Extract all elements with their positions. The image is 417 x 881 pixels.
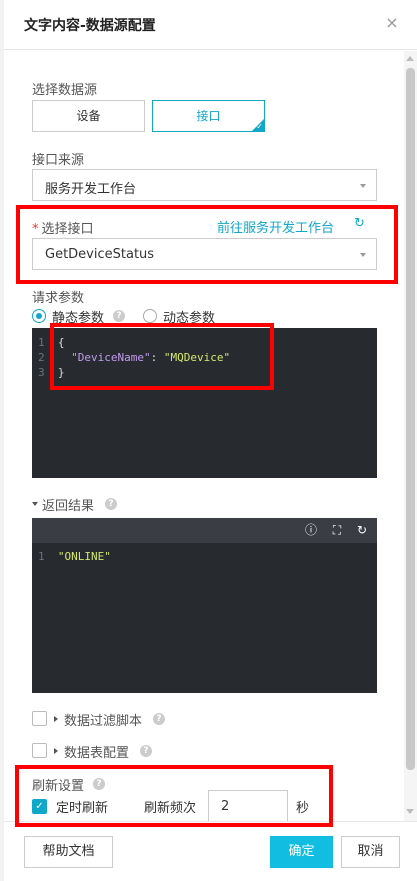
dialog-header: 文字内容-数据源配置 × xyxy=(4,0,417,50)
api-select-label: * 选择接口 xyxy=(32,218,94,237)
confirm-button[interactable]: 确定 xyxy=(270,836,333,868)
result-code-line-1: 1 "ONLINE" xyxy=(38,550,111,563)
code-line-1: 1 { xyxy=(38,336,65,349)
scroll-down-icon[interactable] xyxy=(406,809,414,814)
close-icon[interactable]: × xyxy=(385,15,399,31)
datasource-api-label: 接口 xyxy=(196,109,221,123)
dynamic-params-radio[interactable] xyxy=(143,309,157,323)
dialog-title: 文字内容-数据源配置 xyxy=(24,18,156,34)
chevron-down-icon xyxy=(360,184,366,188)
filter-script-label: 数据过滤脚本 xyxy=(64,714,143,729)
result-label: 返回结果 xyxy=(42,499,95,514)
seconds-unit: 秒 xyxy=(296,801,310,816)
scrollbar-thumb[interactable] xyxy=(406,68,415,770)
datasource-api-button[interactable]: 接口 ✓ xyxy=(152,100,265,132)
api-select[interactable]: GetDeviceStatus xyxy=(32,238,377,270)
api-source-select[interactable]: 服务开发工作台 xyxy=(32,169,377,201)
dialog-body[interactable]: 选择数据源 设备 接口 ✓ 接口来源 服务开发工作台 * 选择接口 前往服务开发工… xyxy=(4,51,404,821)
request-params-label: 请求参数 xyxy=(32,291,85,306)
required-mark: * xyxy=(32,222,39,237)
api-source-value: 服务开发工作台 xyxy=(45,182,137,197)
datasource-device-button[interactable]: 设备 xyxy=(32,100,145,132)
dynamic-params-label: 动态参数 xyxy=(163,311,216,326)
refresh-frequency-label: 刷新频次 xyxy=(144,801,197,816)
api-select-value: GetDeviceStatus xyxy=(45,247,155,262)
chevron-down-icon xyxy=(360,253,366,257)
refresh-frequency-value: 2 xyxy=(221,799,230,814)
static-params-radio[interactable] xyxy=(32,309,46,323)
static-params-label: 静态参数 xyxy=(52,311,105,326)
dialog-footer: 帮助文档 确定 取消 xyxy=(4,821,417,881)
info-icon[interactable]: ⓘ xyxy=(304,523,318,537)
filter-script-checkbox[interactable] xyxy=(32,711,47,726)
api-source-label: 接口来源 xyxy=(32,153,85,168)
help-icon: ? xyxy=(153,713,165,725)
table-config-checkbox[interactable] xyxy=(32,743,47,758)
result-toolbar: ⓘ ⛶ ↻ xyxy=(32,518,377,543)
expand-arrow-icon[interactable] xyxy=(54,748,58,754)
request-params-editor[interactable]: 1 { 2 "DeviceName": "MQDevice" 3 } xyxy=(32,328,377,478)
fullscreen-icon[interactable]: ⛶ xyxy=(330,523,344,537)
help-icon: ? xyxy=(113,310,125,322)
help-icon: ? xyxy=(93,778,105,790)
table-config-label: 数据表配置 xyxy=(64,746,130,761)
refresh-icon[interactable]: ↻ xyxy=(354,216,365,231)
datasource-label: 选择数据源 xyxy=(32,83,98,98)
expand-arrow-icon[interactable] xyxy=(54,716,58,722)
code-line-3: 3 } xyxy=(38,366,65,379)
refresh-settings-label: 刷新设置 xyxy=(32,779,85,794)
help-icon: ? xyxy=(105,498,117,510)
refresh-frequency-input[interactable]: 2 xyxy=(208,790,288,821)
collapse-arrow-icon[interactable] xyxy=(32,502,38,506)
scroll-up-icon[interactable] xyxy=(406,56,414,61)
refresh-icon[interactable]: ↻ xyxy=(355,523,369,537)
api-select-label-text: 选择接口 xyxy=(41,222,94,237)
help-icon: ? xyxy=(140,745,152,757)
help-docs-button[interactable]: 帮助文档 xyxy=(24,836,113,868)
timed-refresh-checkbox[interactable]: ✓ xyxy=(32,799,47,814)
code-line-2: 2 "DeviceName": "MQDevice" xyxy=(38,351,231,364)
result-viewer[interactable]: ⓘ ⛶ ↻ 1 "ONLINE" xyxy=(32,518,377,693)
check-icon: ✓ xyxy=(256,122,263,131)
go-to-workbench-link[interactable]: 前往服务开发工作台 xyxy=(217,217,334,236)
cancel-button[interactable]: 取消 xyxy=(341,836,400,868)
timed-refresh-label: 定时刷新 xyxy=(56,801,109,816)
